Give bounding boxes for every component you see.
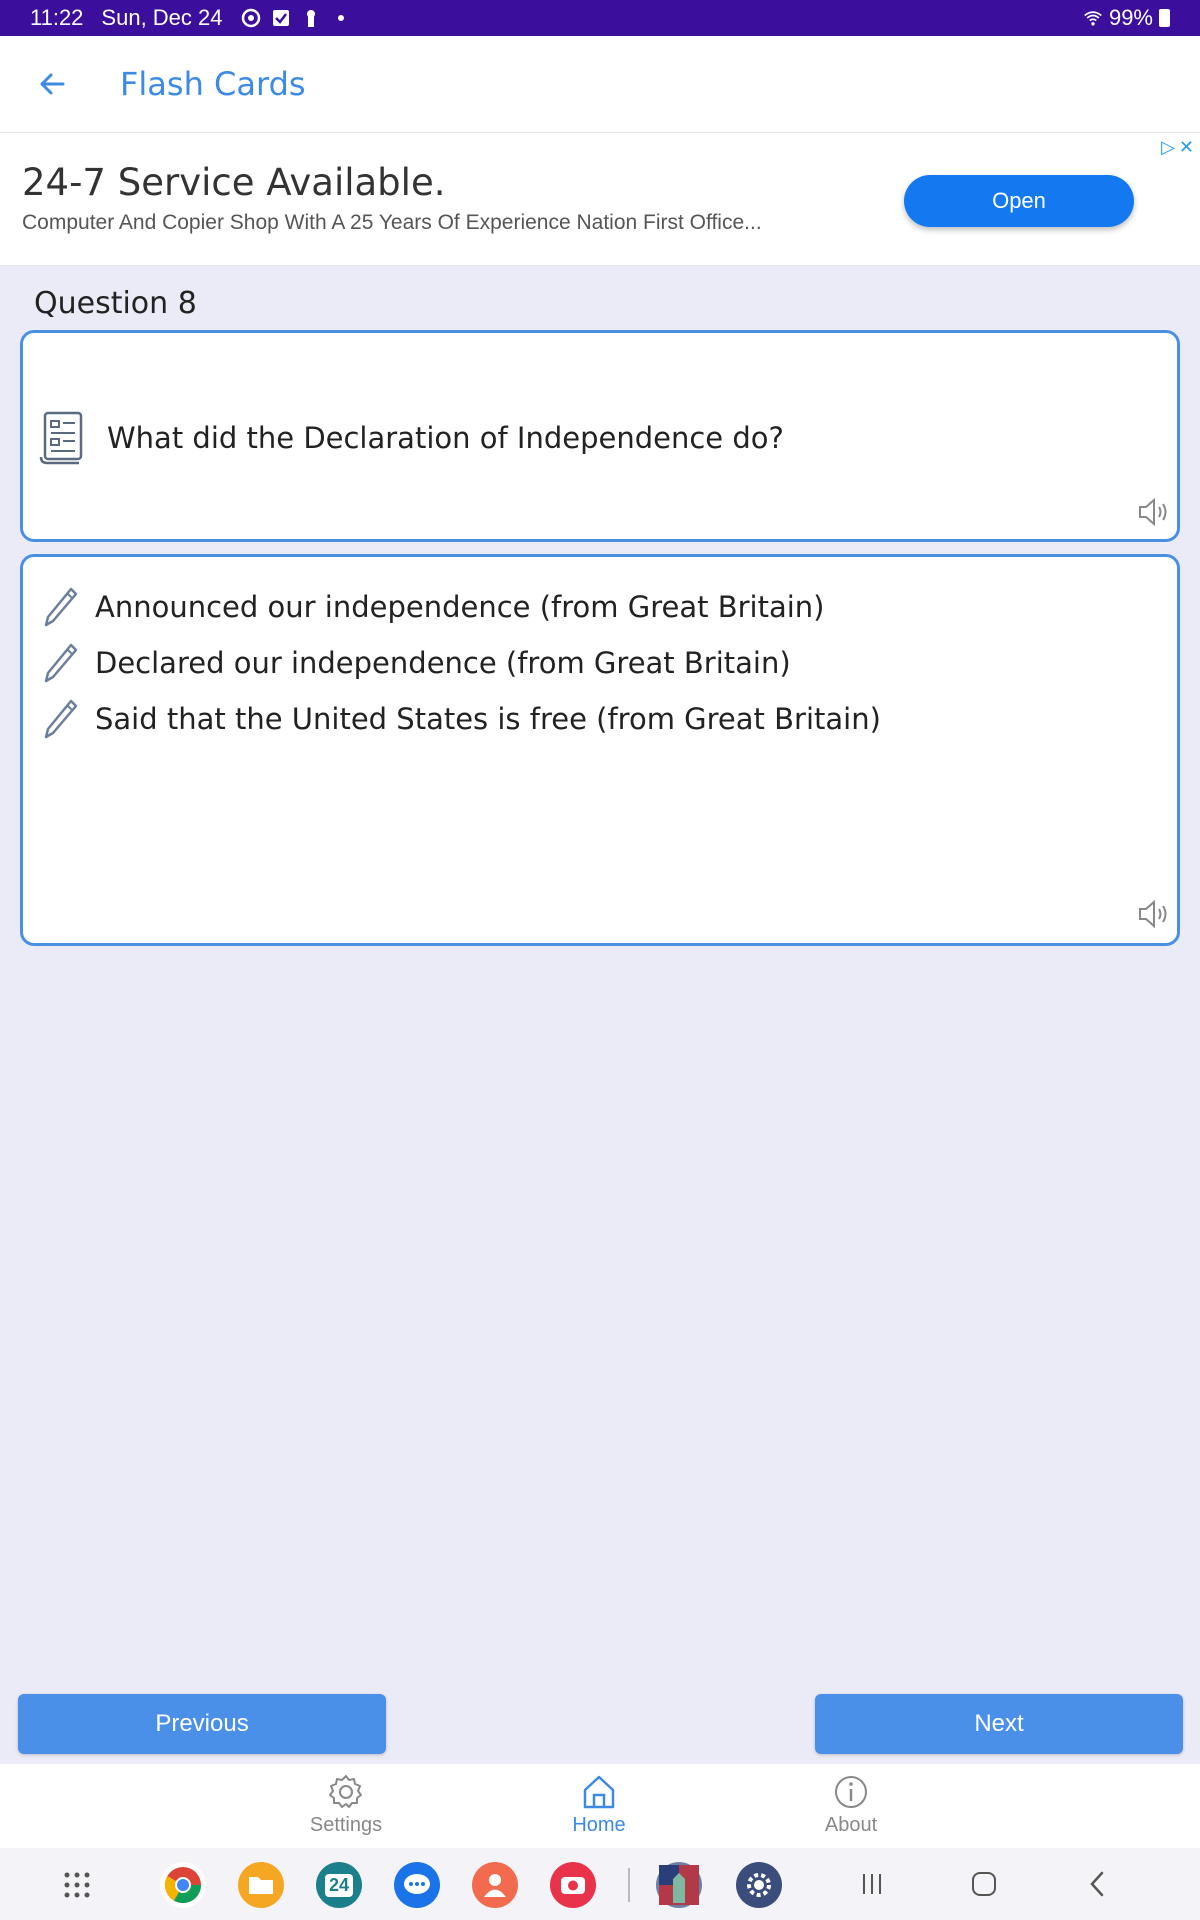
nav-about[interactable]: About xyxy=(771,1772,931,1837)
pencil-icon xyxy=(44,587,78,627)
question-text: What did the Declaration of Independence… xyxy=(107,421,784,455)
calendar-icon[interactable]: 24 xyxy=(316,1862,362,1908)
settings-app-icon[interactable] xyxy=(736,1862,782,1908)
question-card[interactable]: What did the Declaration of Independence… xyxy=(20,330,1180,542)
answer-list: Announced our independence (from Great B… xyxy=(43,579,881,747)
speaker-icon[interactable] xyxy=(1137,497,1171,527)
answer-text: Declared our independence (from Great Br… xyxy=(95,646,791,680)
status-right: 99% xyxy=(1083,5,1170,31)
folder-icon[interactable] xyxy=(238,1862,284,1908)
dot-icon xyxy=(337,15,344,21)
chrome-icon[interactable] xyxy=(160,1862,206,1908)
home-button-icon[interactable] xyxy=(970,1870,998,1898)
ad-choices-icon[interactable]: ▷ xyxy=(1161,137,1175,158)
flashcards-app-icon[interactable] xyxy=(656,1862,702,1908)
pencil-icon xyxy=(44,643,78,683)
back-button[interactable] xyxy=(24,56,80,112)
scroll-document-icon xyxy=(39,411,83,465)
nav-home[interactable]: Home xyxy=(519,1772,679,1837)
info-icon xyxy=(835,1776,867,1808)
dock-divider xyxy=(628,1868,630,1902)
battery-icon xyxy=(1159,9,1170,27)
nav-about-label: About xyxy=(824,1814,878,1836)
next-button[interactable]: Next xyxy=(815,1694,1183,1754)
checkbox-icon xyxy=(272,10,289,26)
status-icons xyxy=(241,8,351,28)
bottom-navigation: Settings Home About xyxy=(0,1764,1200,1848)
ad-title[interactable]: 24-7 Service Available. xyxy=(22,161,445,204)
answer-item: Announced our independence (from Great B… xyxy=(43,579,881,635)
status-bar: 11:22 Sun, Dec 24 99% xyxy=(0,0,1200,36)
system-bar: 24 xyxy=(0,1848,1200,1920)
answer-text: Said that the United States is free (fro… xyxy=(95,702,881,736)
answer-item: Said that the United States is free (fro… xyxy=(43,691,881,747)
answer-card[interactable]: Announced our independence (from Great B… xyxy=(20,554,1180,946)
gear-icon xyxy=(329,1775,362,1808)
app-drawer-icon[interactable] xyxy=(62,1870,92,1900)
arrow-left-icon xyxy=(40,73,65,95)
status-date: Sun, Dec 24 xyxy=(101,5,223,30)
contacts-icon[interactable] xyxy=(472,1862,518,1908)
recents-icon[interactable] xyxy=(858,1870,886,1898)
pencil-icon xyxy=(44,699,78,739)
battery-percent: 99% xyxy=(1108,5,1153,30)
system-back-icon[interactable] xyxy=(1084,1870,1112,1898)
ad-badges: ▷ ✕ xyxy=(1161,137,1194,158)
app-bar: Flash Cards xyxy=(0,36,1200,132)
calendar-day: 24 xyxy=(324,1873,354,1897)
question-label: Question 8 xyxy=(34,286,197,321)
previous-button[interactable]: Previous xyxy=(18,1694,386,1754)
ad-open-button[interactable]: Open xyxy=(904,175,1134,227)
page-title: Flash Cards xyxy=(120,65,306,103)
nav-settings-label: Settings xyxy=(309,1814,383,1836)
ad-close-icon[interactable]: ✕ xyxy=(1179,137,1194,158)
status-time: 11:22 xyxy=(30,5,84,30)
ad-banner[interactable]: 24-7 Service Available. Computer And Cop… xyxy=(0,132,1200,266)
home-icon xyxy=(583,1775,615,1809)
messages-icon[interactable] xyxy=(394,1862,440,1908)
speaker-icon[interactable] xyxy=(1137,899,1171,929)
answer-text: Announced our independence (from Great B… xyxy=(95,590,825,624)
nav-settings[interactable]: Settings xyxy=(266,1772,426,1837)
sync-icon xyxy=(241,8,260,28)
camera-icon[interactable] xyxy=(550,1862,596,1908)
nav-home-label: Home xyxy=(572,1814,626,1836)
answer-item: Declared our independence (from Great Br… xyxy=(43,635,881,691)
wifi-icon xyxy=(1084,11,1102,26)
ad-description[interactable]: Computer And Copier Shop With A 25 Years… xyxy=(22,211,862,235)
keyhole-icon xyxy=(306,10,315,27)
